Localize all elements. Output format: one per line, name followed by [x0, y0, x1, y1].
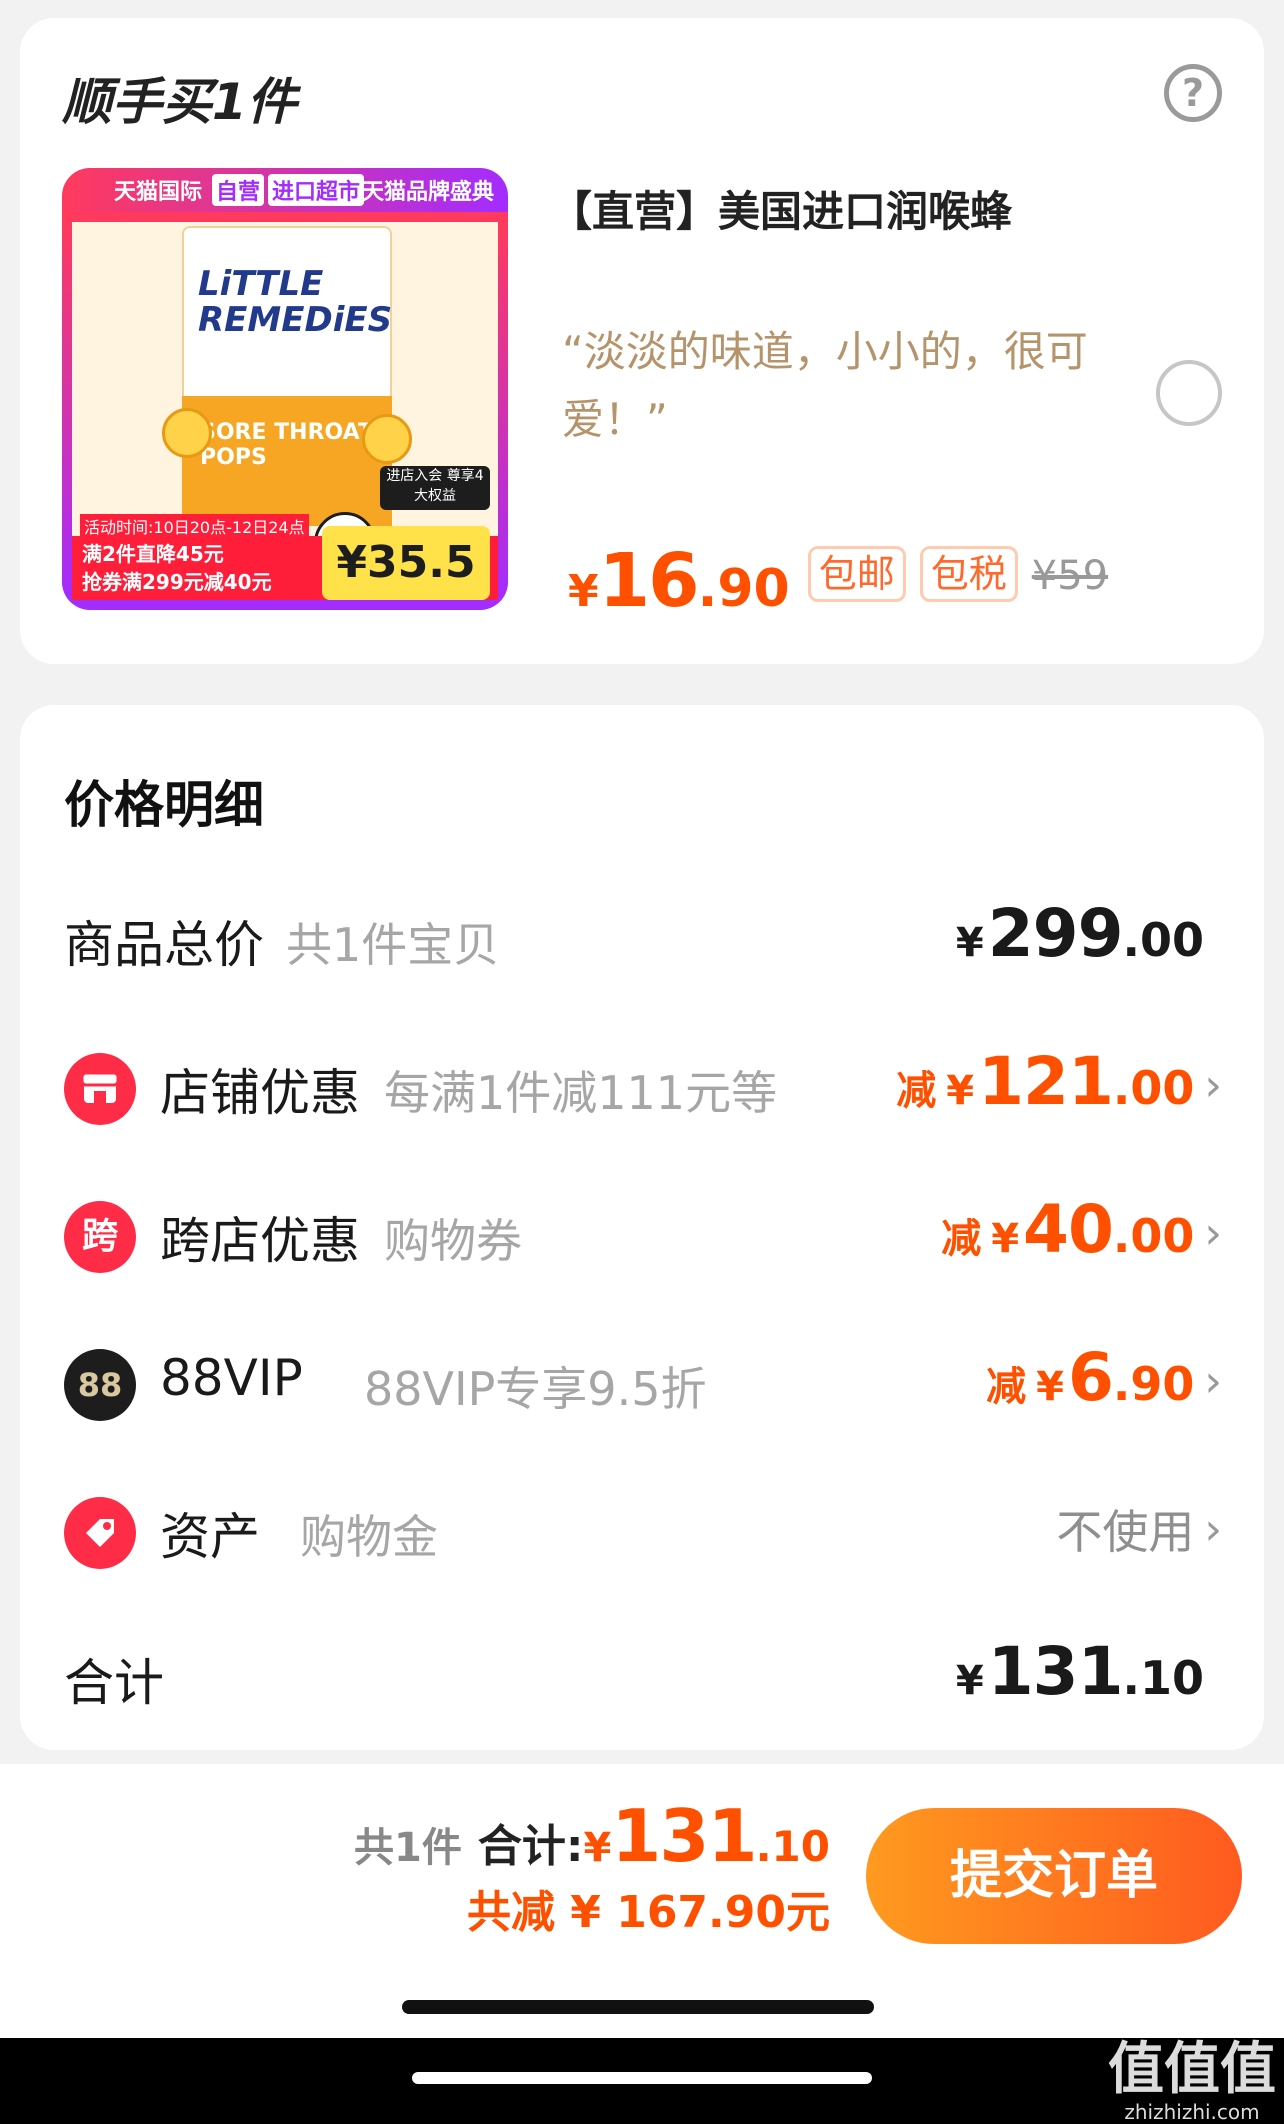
- chevron-right-icon: ›: [1204, 1355, 1222, 1407]
- amount-integer: 299: [987, 895, 1124, 972]
- watermark-url: zhizhizhi.com: [1124, 2100, 1260, 2124]
- price-currency: ¥: [568, 566, 599, 617]
- store-icon: [80, 1071, 120, 1103]
- product-image[interactable]: 天猫国际 自营 进口超市 天猫品牌盛典 LiTTLE REMEDiES SORE…: [62, 168, 508, 610]
- banner-text-4: 天猫品牌盛典: [362, 180, 495, 205]
- row-amount[interactable]: 减 ¥ 40 .00 ›: [941, 1191, 1222, 1275]
- price-row-cross-store-discount[interactable]: 跨 跨店优惠 购物券 减 ¥ 40 .00 ›: [64, 1191, 1222, 1275]
- total-label: 合计:: [477, 1821, 584, 1872]
- chevron-right-icon: ›: [1204, 1207, 1222, 1259]
- tax-included-tag: 包税: [919, 546, 1018, 602]
- price-row-shop-discount[interactable]: 店铺优惠 每满1件减111元等 减 ¥ 121 .00 ›: [64, 1043, 1222, 1127]
- row-sub: 88VIP专享9.5折: [364, 1362, 707, 1416]
- member-badge: 进店入会 尊享4大权益: [380, 466, 490, 510]
- chevron-right-icon: ›: [1204, 1503, 1222, 1555]
- banner-text-3: 进口超市: [268, 174, 365, 206]
- add-on-purchase-card: 顺手买1件 ? 天猫国际 自营 进口超市 天猫品牌盛典 LiTTLE REMED…: [20, 18, 1264, 664]
- amount-decimal: .00: [1122, 913, 1205, 967]
- home-indicator[interactable]: [412, 2072, 872, 2084]
- row-sub: 每满1件减111元等: [384, 1066, 778, 1120]
- price-row-total-goods: 商品总价 共1件宝贝 ¥ 299 .00: [64, 895, 1222, 979]
- row-amount[interactable]: 减 ¥ 121 .00 ›: [896, 1043, 1222, 1127]
- total-integer: 131: [611, 1794, 757, 1878]
- row-label: 资产: [160, 1508, 260, 1566]
- amount-integer: 121: [978, 1043, 1114, 1120]
- home-indicator[interactable]: [402, 2000, 874, 2014]
- watermark: 值值值 zhizhizhi.com: [1108, 2040, 1276, 2124]
- row-label: 88VIP: [160, 1349, 303, 1407]
- banner-text-2: 自营: [212, 174, 265, 206]
- row-label: 跨店优惠: [160, 1212, 360, 1270]
- banner-text-1: 天猫国际: [114, 180, 203, 205]
- row-sub: 共1件宝贝: [286, 918, 500, 972]
- amount-currency: ¥: [955, 1658, 984, 1704]
- row-value[interactable]: 不使用 ›: [1056, 1487, 1222, 1571]
- discount-prefix: 减: [986, 1364, 1027, 1410]
- promo-strip: 满2件直降45元 抢券满299元减40元 ¥35.5: [72, 526, 498, 600]
- checkout-total: 共1件 合计: ¥ 131 .10: [354, 1794, 830, 1878]
- row-label: 店铺优惠: [160, 1064, 360, 1122]
- promo-line: 抢券满299元减40元: [82, 570, 272, 594]
- free-shipping-tag: 包邮: [807, 546, 906, 602]
- tag-icon: [64, 1497, 136, 1569]
- image-banner: 天猫国际 自营 进口超市 天猫品牌盛典: [62, 168, 508, 212]
- row-amount: ¥ 131 .10: [956, 1633, 1204, 1717]
- box-bottom: SORE THROAT POPS: [182, 396, 392, 526]
- promo-time: 活动时间:10日20点-12日24点: [80, 514, 309, 538]
- amount-currency: ¥: [991, 1216, 1020, 1262]
- amount-currency: ¥: [955, 920, 984, 966]
- total-currency: ¥: [583, 1825, 612, 1871]
- price-integer: 16: [598, 538, 700, 624]
- row-sub: 购物券: [384, 1214, 522, 1268]
- amount-integer: 6: [1067, 1339, 1114, 1416]
- original-price: ¥59: [1031, 553, 1109, 599]
- price-row-total: 合计 ¥ 131 .10: [64, 1633, 1222, 1717]
- price-tag-icon: [86, 1519, 114, 1547]
- shop-icon: [64, 1053, 136, 1125]
- promo-line: 满2件直降45元: [82, 542, 224, 566]
- image-price: ¥35.5: [322, 526, 490, 600]
- lollipop-icon: [362, 414, 412, 464]
- discount-prefix: 减: [941, 1216, 982, 1262]
- price-detail-card: 价格明细 商品总价 共1件宝贝 ¥ 299 .00 店铺优惠 每满1件减111元…: [20, 705, 1264, 1750]
- amount-integer: 40: [1023, 1191, 1114, 1268]
- row-label: 商品总价: [64, 916, 264, 974]
- vip-88-icon: 88: [64, 1349, 136, 1421]
- amount-decimal: .00: [1112, 1209, 1195, 1263]
- amount-currency: ¥: [1036, 1364, 1064, 1410]
- product-price: ¥ 16 .90 包邮 包税 ¥59: [568, 538, 1109, 624]
- product-brand: LiTTLE REMEDiES: [198, 264, 393, 340]
- section-title: 顺手买1件: [62, 73, 297, 131]
- select-radio[interactable]: [1156, 360, 1222, 426]
- row-amount: ¥ 299 .00: [956, 895, 1204, 979]
- price-detail-title: 价格明细: [64, 776, 264, 834]
- product-quote: “淡淡的味道，小小的，很可爱！”: [562, 327, 1088, 444]
- submit-order-button[interactable]: 提交订单: [866, 1808, 1242, 1944]
- assets-value: 不使用: [1056, 1505, 1195, 1559]
- total-saved: 共减 ¥ 167.90元: [466, 1887, 830, 1938]
- row-sub: 购物金: [300, 1510, 438, 1564]
- total-decimal: .10: [755, 1822, 830, 1871]
- price-row-88vip[interactable]: 88 88VIP 88VIP专享9.5折 减 ¥ 6 .90 ›: [64, 1339, 1222, 1423]
- lollipop-icon: [162, 408, 212, 458]
- chevron-right-icon: ›: [1204, 1059, 1222, 1111]
- row-amount[interactable]: 减 ¥ 6 .90 ›: [986, 1339, 1222, 1423]
- watermark-logo: 值值值: [1108, 2037, 1276, 2102]
- promo-text: 满2件直降45元 抢券满299元减40元: [82, 540, 272, 596]
- price-row-assets[interactable]: 资产 购物金 不使用 ›: [64, 1487, 1222, 1571]
- product-name[interactable]: 【直营】美国进口润喉蜂: [550, 178, 1012, 239]
- product-box: LiTTLE REMEDiES SORE THROAT POPS: [182, 226, 392, 526]
- amount-decimal: .90: [1112, 1357, 1195, 1411]
- amount-currency: ¥: [946, 1068, 975, 1114]
- discount-prefix: 减: [896, 1068, 937, 1114]
- help-icon[interactable]: ?: [1164, 64, 1222, 122]
- item-count: 共1件: [354, 1825, 462, 1871]
- price-decimal: .90: [697, 559, 790, 619]
- row-label: 合计: [64, 1654, 164, 1712]
- amount-decimal: .10: [1122, 1651, 1205, 1705]
- amount-decimal: .00: [1112, 1061, 1195, 1115]
- amount-integer: 131: [987, 1633, 1124, 1710]
- cross-store-icon: 跨: [64, 1201, 136, 1273]
